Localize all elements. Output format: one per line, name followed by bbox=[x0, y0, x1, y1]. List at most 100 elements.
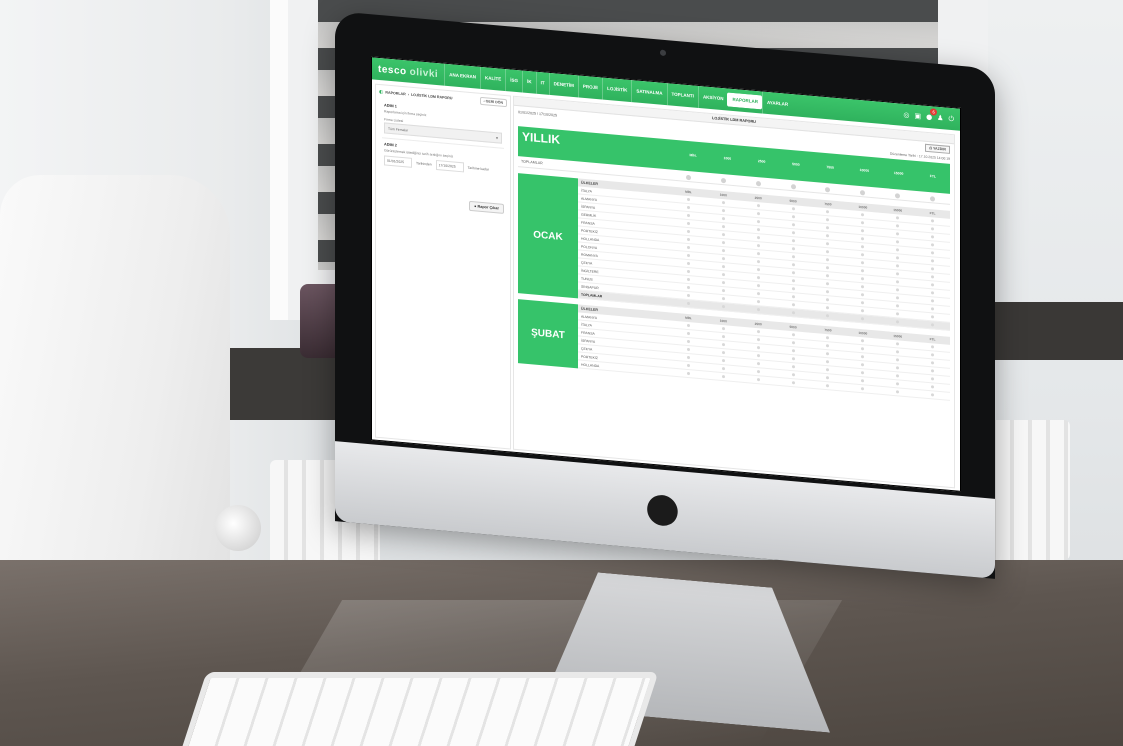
value-dot bbox=[826, 217, 830, 221]
value-dot bbox=[791, 214, 795, 218]
value-dot bbox=[686, 371, 690, 375]
value-dot bbox=[756, 329, 760, 333]
value-dot bbox=[756, 283, 760, 287]
total-cell bbox=[706, 169, 741, 190]
value-dot bbox=[861, 386, 865, 390]
value-dot bbox=[756, 267, 760, 271]
value-cell bbox=[915, 321, 950, 328]
value-dot bbox=[896, 389, 900, 393]
value-dot bbox=[896, 215, 900, 219]
nav-item[interactable]: AYARLAR bbox=[761, 91, 793, 117]
date-from-input[interactable]: 01/01/2025 bbox=[384, 155, 412, 168]
brand-logo[interactable]: tesco olivki bbox=[372, 63, 444, 80]
value-dot bbox=[756, 219, 760, 223]
value-dot bbox=[861, 316, 865, 320]
nav-item[interactable]: IT bbox=[535, 71, 549, 95]
brand-sub: olivki bbox=[409, 66, 439, 80]
value-dot bbox=[791, 206, 795, 210]
value-dot bbox=[686, 237, 690, 241]
print-button[interactable]: ⎙ YAZDIR bbox=[925, 143, 950, 154]
value-dot bbox=[791, 372, 795, 376]
value-dot bbox=[896, 311, 900, 315]
value-dot bbox=[791, 294, 795, 298]
value-dot bbox=[686, 355, 690, 359]
nav-item[interactable]: TOPLANTI bbox=[666, 83, 698, 108]
date-to-input[interactable]: 17/10/2025 bbox=[435, 159, 464, 173]
nav-item[interactable]: İK bbox=[522, 70, 536, 94]
generate-report-button[interactable]: ● Rapor Çıkar bbox=[469, 200, 504, 214]
value-cell bbox=[880, 388, 915, 395]
value-dot bbox=[826, 257, 830, 261]
value-dot bbox=[861, 228, 865, 232]
report-icon: ◐ bbox=[379, 88, 384, 96]
value-dot bbox=[826, 297, 830, 301]
value-dot bbox=[826, 209, 830, 213]
report-icon[interactable]: ◎ bbox=[903, 111, 909, 120]
value-dot bbox=[826, 343, 830, 347]
value-dot bbox=[756, 203, 760, 207]
value-dot bbox=[686, 347, 690, 351]
value-dot bbox=[861, 284, 865, 288]
value-dot bbox=[791, 246, 795, 250]
value-dot bbox=[686, 205, 690, 209]
value-dot bbox=[931, 274, 935, 279]
value-dot bbox=[931, 250, 935, 255]
value-dot bbox=[861, 308, 865, 312]
back-button[interactable]: ‹ GERİ DÖN bbox=[479, 96, 507, 108]
value-dot bbox=[896, 319, 900, 323]
value-dot bbox=[826, 281, 830, 285]
generate-report-label: Rapor Çıkar bbox=[477, 204, 499, 211]
nav-item[interactable]: KALİTE bbox=[480, 66, 506, 92]
nav-item[interactable]: LOJİSTİK bbox=[602, 77, 632, 103]
value-cell bbox=[671, 300, 706, 307]
value-dot bbox=[721, 326, 725, 330]
value-dot bbox=[930, 196, 936, 202]
grid-icon[interactable]: ▣ bbox=[914, 112, 921, 121]
power-icon[interactable]: ⏻ bbox=[948, 114, 954, 123]
value-dot bbox=[826, 367, 830, 371]
value-dot bbox=[896, 239, 900, 243]
value-dot bbox=[686, 363, 690, 367]
value-dot bbox=[826, 383, 830, 387]
value-dot bbox=[861, 338, 865, 342]
value-dot bbox=[826, 335, 830, 339]
value-dot bbox=[721, 232, 725, 236]
chevron-down-icon: ▾ bbox=[495, 135, 498, 141]
bell-icon[interactable]: ● 6 bbox=[926, 108, 938, 121]
nav-item[interactable]: RAPORLAR bbox=[727, 92, 762, 110]
value-cell bbox=[845, 385, 880, 392]
nav-item[interactable]: DENETİM bbox=[548, 72, 578, 98]
nav-item[interactable]: SATINALMA bbox=[631, 80, 667, 106]
value-dot bbox=[791, 238, 795, 242]
value-dot bbox=[686, 293, 690, 297]
nav-item[interactable]: İSG bbox=[505, 69, 523, 93]
chair-knob bbox=[215, 505, 261, 551]
value-dot bbox=[686, 323, 690, 327]
breadcrumb-separator: › bbox=[407, 92, 409, 97]
value-dot bbox=[861, 276, 865, 280]
value-dot bbox=[826, 289, 830, 293]
value-dot bbox=[721, 216, 725, 220]
value-dot bbox=[931, 314, 935, 319]
value-dot bbox=[721, 374, 725, 378]
value-dot bbox=[791, 332, 795, 336]
screen: tesco olivki ANA EKRAN KALİTE İSG İK IT DENETİ… bbox=[371, 56, 961, 492]
value-dot bbox=[825, 187, 831, 193]
nav-item[interactable]: PROJE bbox=[577, 75, 603, 100]
breadcrumb-root[interactable]: RAPORLAR bbox=[385, 91, 405, 97]
value-dot bbox=[861, 244, 865, 248]
value-dot bbox=[686, 285, 690, 289]
nav-item[interactable]: AKSİYON bbox=[697, 85, 728, 111]
nav-item[interactable]: ANA EKRAN bbox=[444, 63, 481, 89]
value-dot bbox=[861, 362, 865, 366]
month-label: OCAK bbox=[518, 173, 578, 299]
value-dot bbox=[896, 255, 900, 259]
value-dot bbox=[721, 200, 725, 204]
report-content: LOJİSTİK LDM RAPORU 01/01/2025 / 17/10/2… bbox=[513, 95, 955, 489]
value-cell bbox=[671, 370, 706, 377]
value-dot bbox=[721, 208, 725, 212]
nav-icons: ◎ ▣ ● 6 ♟ ⏻ bbox=[903, 108, 960, 124]
value-dot bbox=[931, 226, 935, 231]
imac: tesco olivki ANA EKRAN KALİTE İSG İK IT DENETİ… bbox=[335, 11, 995, 579]
user-icon[interactable]: ♟ bbox=[937, 114, 943, 123]
